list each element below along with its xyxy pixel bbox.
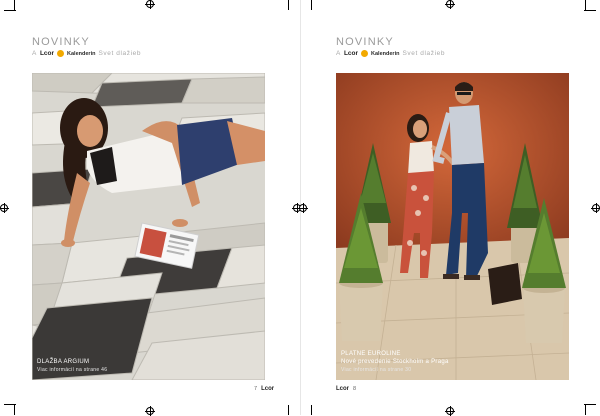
subtitle-suffix: Svet dlažieb	[402, 50, 446, 57]
crop-mark	[14, 405, 15, 415]
subtitle-suffix: Svet dlažieb	[98, 50, 142, 57]
subtitle-prefix: A	[336, 50, 341, 57]
crop-mark	[288, 0, 289, 10]
sun-icon	[361, 50, 369, 57]
crop-mark	[14, 0, 15, 10]
crop-mark	[4, 10, 16, 11]
crop-mark	[311, 0, 312, 10]
caption-reference: Viac informácií na strane 30	[341, 367, 412, 373]
page-number: 8	[353, 386, 357, 392]
registration-mark-icon	[591, 203, 600, 213]
crop-mark	[288, 405, 289, 415]
brand-secondary-logo: Kalenderin	[371, 50, 400, 57]
sun-icon	[57, 50, 65, 57]
registration-mark-icon	[445, 0, 455, 9]
left-page: NOVINKY A Lcor Kalenderin Svet dlažieb D…	[0, 0, 300, 415]
brand-secondary-logo: Kalenderin	[67, 50, 96, 57]
page-footer: 7 Lcor	[254, 386, 274, 392]
crop-mark	[311, 405, 312, 415]
page-title: NOVINKY	[32, 36, 90, 48]
couple-illustration	[336, 73, 569, 380]
footer-brand-logo: Lcor	[261, 386, 275, 392]
page-title: NOVINKY	[336, 36, 394, 48]
page-subtitle: A Lcor Kalenderin Svet dlažieb	[336, 50, 445, 57]
crop-mark	[585, 405, 586, 415]
brand-logo: Lcor	[39, 50, 55, 57]
crop-mark	[584, 10, 596, 11]
right-page: NOVINKY A Lcor Kalenderin Svet dlažieb P…	[300, 0, 600, 415]
page-number: 7	[254, 386, 258, 392]
page-footer: Lcor 8	[336, 386, 356, 392]
caption-subtitle: Nové prevedenie Stockholm a Praga	[341, 359, 449, 365]
crop-mark	[585, 0, 586, 10]
registration-mark-icon	[145, 0, 155, 9]
brand-logo: Lcor	[343, 50, 359, 57]
paving-illustration	[32, 73, 265, 380]
footer-brand-logo: Lcor	[336, 386, 350, 392]
photo-caption: PLATNE EUROLINE Nové prevedenie Stockhol…	[341, 350, 449, 374]
registration-mark-icon	[0, 203, 9, 213]
registration-mark-icon	[445, 406, 455, 416]
couple-photo: PLATNE EUROLINE Nové prevedenie Stockhol…	[336, 73, 569, 380]
photo-caption: DLAŽBA ARGIUM Viac informácií na strane …	[37, 358, 107, 374]
caption-reference: Viac informácií na strane 46	[37, 367, 108, 373]
caption-title: PLATNE EUROLINE	[341, 351, 401, 357]
page-subtitle: A Lcor Kalenderin Svet dlažieb	[32, 50, 141, 57]
subtitle-prefix: A	[32, 50, 37, 57]
caption-title: DLAŽBA ARGIUM	[37, 359, 90, 365]
paving-photo: DLAŽBA ARGIUM Viac informácií na strane …	[32, 73, 265, 380]
registration-mark-icon	[298, 203, 308, 213]
registration-mark-icon	[145, 406, 155, 416]
